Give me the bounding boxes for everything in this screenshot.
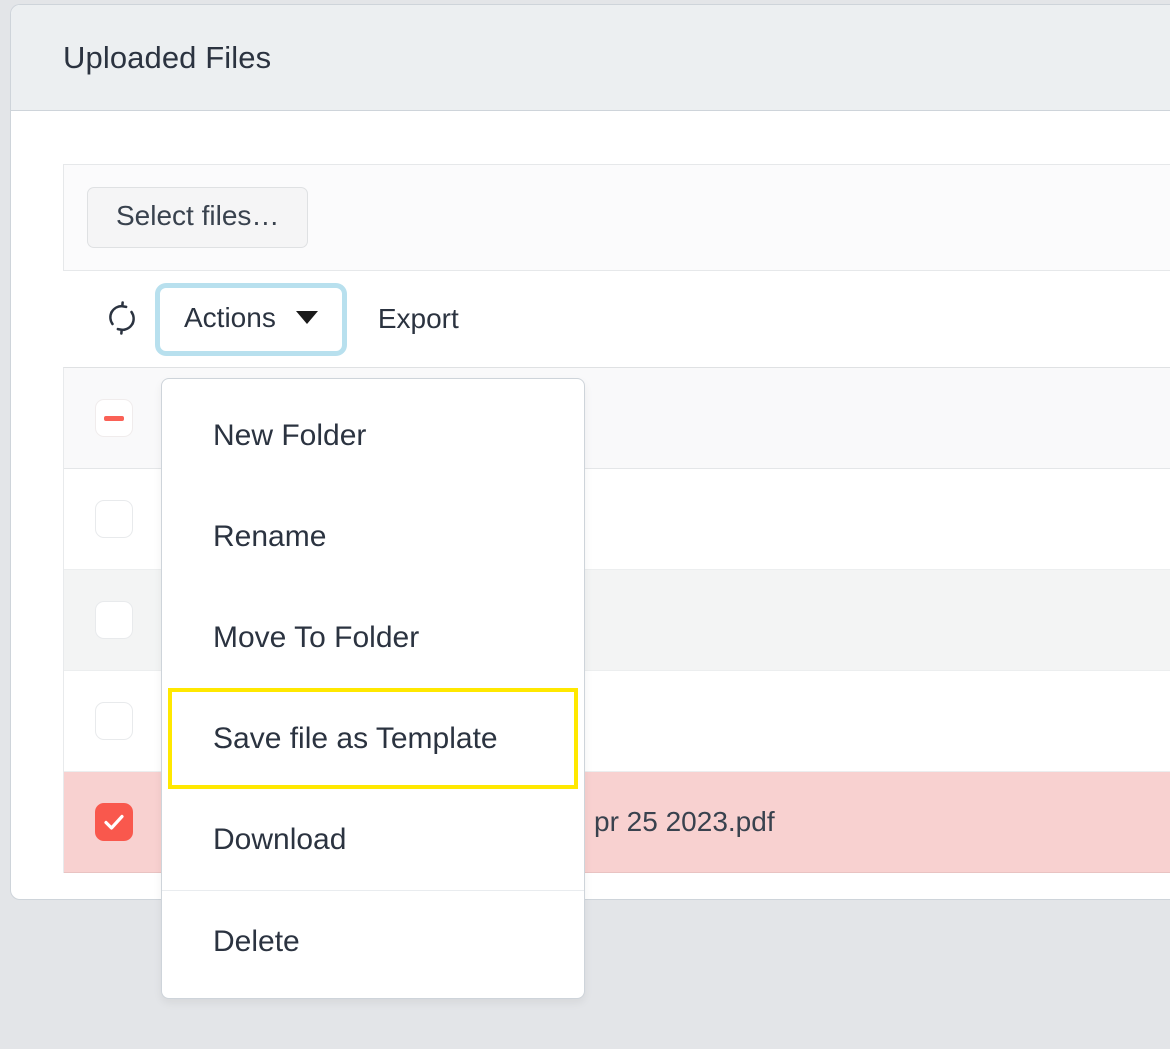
row-checkbox[interactable] (95, 702, 133, 740)
row-select-cell (64, 702, 164, 740)
actions-dropdown-menu: New Folder Rename Move To Folder Save fi… (161, 378, 585, 999)
upload-dropzone-panel: Select files… (63, 164, 1170, 271)
row-select-cell (64, 803, 164, 841)
menu-item-download[interactable]: Download (162, 789, 584, 890)
menu-item-label: Rename (213, 519, 327, 553)
menu-item-save-file-as-template[interactable]: Save file as Template (168, 688, 578, 789)
menu-item-rename[interactable]: Rename (162, 486, 584, 587)
menu-item-label: Save file as Template (213, 721, 498, 755)
actions-button-label: Actions (184, 301, 276, 333)
menu-item-delete[interactable]: Delete (162, 891, 584, 992)
check-icon (104, 814, 124, 830)
actions-dropdown-button[interactable]: Actions (160, 287, 342, 351)
menu-item-label: Move To Folder (213, 620, 420, 654)
menu-item-label: Delete (213, 924, 300, 958)
card-header: Uploaded Files (11, 5, 1170, 111)
select-files-button[interactable]: Select files… (87, 187, 309, 248)
file-toolbar: Actions Export (63, 271, 1170, 367)
menu-item-label: New Folder (213, 418, 367, 452)
menu-item-move-to-folder[interactable]: Move To Folder (162, 587, 584, 688)
menu-item-new-folder[interactable]: New Folder (162, 385, 584, 486)
row-checkbox[interactable] (95, 601, 133, 639)
chevron-down-icon (295, 311, 318, 324)
select-all-cell (64, 399, 164, 437)
page-title: Uploaded Files (63, 39, 272, 75)
menu-item-label: Download (213, 822, 347, 856)
row-select-cell (64, 500, 164, 538)
row-select-cell (64, 601, 164, 639)
select-all-checkbox[interactable] (95, 399, 133, 437)
export-button[interactable]: Export (378, 303, 459, 335)
refresh-button[interactable] (99, 296, 145, 342)
row-checkbox[interactable] (95, 803, 133, 841)
row-checkbox[interactable] (95, 500, 133, 538)
refresh-icon (103, 299, 141, 340)
